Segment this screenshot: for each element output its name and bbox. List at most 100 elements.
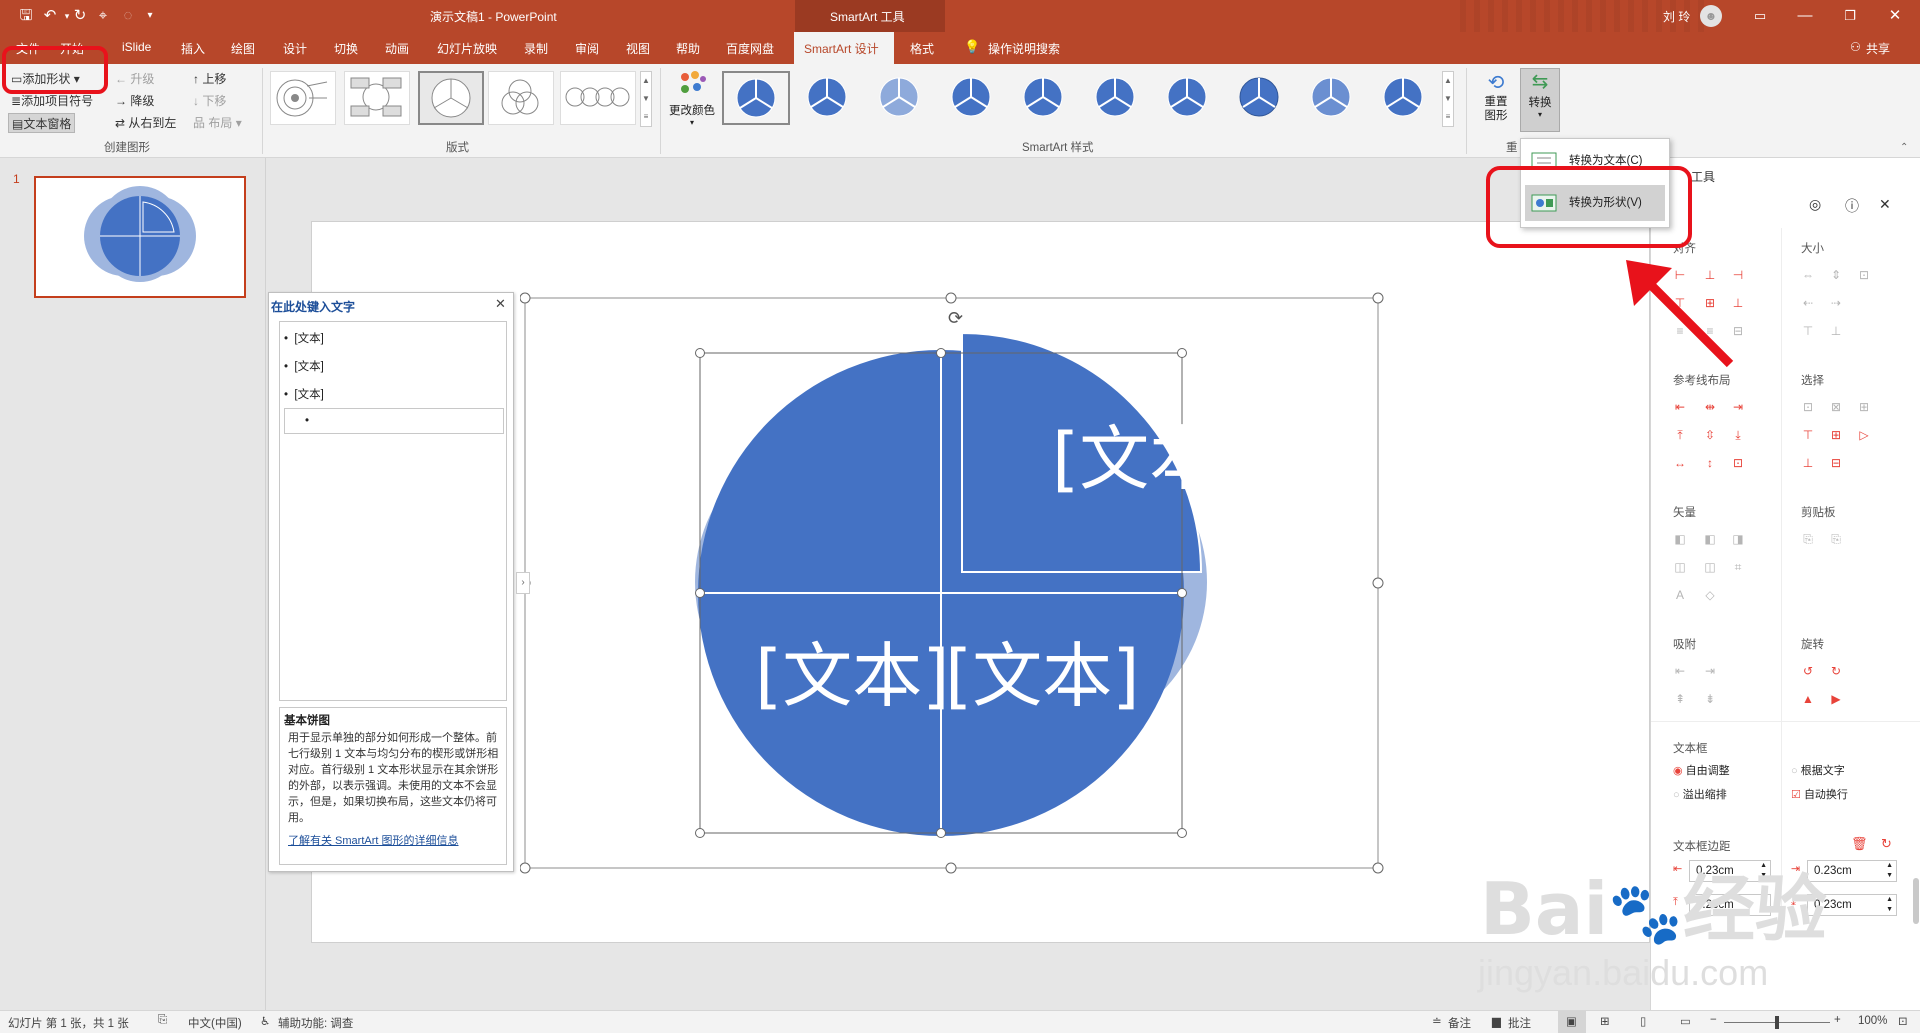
fit-to-window-icon[interactable]: ⊡ (1898, 1014, 1908, 1028)
tab-record[interactable]: 录制 (524, 40, 548, 57)
smartart-style-10[interactable] (1370, 71, 1438, 125)
tool-icon[interactable]: ⇳ (1703, 428, 1717, 442)
save-icon[interactable]: 🖫 (16, 6, 36, 26)
avatar[interactable]: ☻ (1700, 5, 1722, 27)
move-down-button[interactable]: ↓ 下移 (190, 91, 229, 111)
tool-icon[interactable]: ▲ (1801, 692, 1815, 706)
smartart-style-2[interactable] (794, 71, 862, 125)
tool-icon[interactable]: ⇥ (1731, 400, 1745, 414)
tool-icon[interactable]: ⇠ (1801, 296, 1815, 310)
tool-icon[interactable]: ⎘ (1829, 532, 1843, 546)
layout-thumb-1[interactable] (270, 71, 336, 125)
tool-icon[interactable]: ⊡ (1731, 456, 1745, 470)
tool-icon[interactable]: ↺ (1801, 664, 1815, 678)
smartart-style-4[interactable] (938, 71, 1006, 125)
tool-icon[interactable]: ⇔ (1801, 268, 1815, 282)
spellcheck-icon[interactable]: ⎘ (158, 1014, 167, 1027)
list-item[interactable]: • [文本] (284, 330, 502, 352)
tool-icon[interactable]: ↔ (1673, 456, 1687, 470)
tool-icon[interactable]: ▶ (1829, 692, 1843, 706)
fit-text-radio[interactable]: ○ 根据文字 (1791, 762, 1845, 778)
tab-smartart-design[interactable]: SmartArt 设计 (804, 40, 879, 57)
tool-icon[interactable]: ↻ (1829, 664, 1843, 678)
styles-scroll[interactable]: ▲ ▼ ≡ (1442, 71, 1454, 127)
slide-sorter-icon[interactable]: ⊞ (1600, 1014, 1610, 1028)
tool-icon[interactable]: ◫ (1703, 560, 1717, 574)
ribbon-display-icon[interactable]: ▭ (1750, 6, 1770, 26)
tool-icon[interactable]: ⊟ (1829, 456, 1843, 470)
tool-icon[interactable]: ⤓ (1731, 428, 1745, 442)
user-name[interactable]: 刘 玲 (1663, 8, 1690, 25)
tool-icon[interactable]: ◫ (1673, 560, 1687, 574)
tab-insert[interactable]: 插入 (181, 40, 205, 57)
tab-view[interactable]: 视图 (626, 40, 650, 57)
zoom-thumb[interactable] (1775, 1016, 1779, 1029)
reading-view-icon[interactable]: ▯ (1640, 1014, 1646, 1028)
tool-icon[interactable]: ⊡ (1801, 400, 1815, 414)
wedge-label-3[interactable]: [文本] (945, 635, 1140, 717)
tool-icon[interactable]: ⊥ (1829, 324, 1843, 338)
slide-thumbnail[interactable] (34, 176, 246, 298)
tab-help[interactable]: 帮助 (676, 40, 700, 57)
tab-transitions[interactable]: 切换 (334, 40, 358, 57)
text-pane-toggle[interactable]: › (516, 572, 530, 594)
tab-review[interactable]: 审阅 (575, 40, 599, 57)
tab-slideshow[interactable]: 幻灯片放映 (437, 40, 497, 57)
list-item-active[interactable]: • (284, 408, 504, 434)
wedge-label-1[interactable]: [文本] (1052, 418, 1247, 500)
redo-icon[interactable]: ↻ (70, 6, 90, 26)
smartart-style-7[interactable] (1154, 71, 1222, 125)
tool-icon[interactable]: ⤒ (1673, 428, 1687, 442)
text-pane-button[interactable]: ▤文本窗格 (8, 113, 76, 133)
layout-thumb-5[interactable] (560, 71, 636, 125)
notes-button[interactable]: 备注 (1448, 1015, 1471, 1031)
tool-icon[interactable]: ⇹ (1703, 400, 1717, 414)
smartart-graphic[interactable]: ⟳ [文本] [文本] [文本] (520, 290, 1390, 880)
tool-icon[interactable]: ⇤ (1673, 400, 1687, 414)
convert-button[interactable]: ⇆ 转换 ▾ (1520, 68, 1560, 132)
tool-icon[interactable]: ⊠ (1829, 400, 1843, 414)
change-colors-button[interactable]: 更改颜色 ▾ (667, 69, 717, 139)
tool-icon[interactable]: A (1673, 588, 1687, 602)
restore-icon[interactable]: ❐ (1840, 6, 1860, 26)
smartart-style-3[interactable] (866, 71, 934, 125)
collapse-ribbon-icon[interactable]: ⌃ (1900, 142, 1908, 153)
touch-mode-icon[interactable]: ⌖ (93, 6, 113, 26)
demote-button[interactable]: → 降级 (112, 91, 157, 111)
tool-icon[interactable]: ◧ (1703, 532, 1717, 546)
zoom-in-icon[interactable]: + (1834, 1014, 1841, 1026)
tool-icon[interactable]: ⊡ (1857, 268, 1871, 282)
tell-me-search[interactable]: 操作说明搜索 (988, 40, 1060, 57)
tool-icon[interactable]: ⇥ (1703, 664, 1717, 678)
tab-baidu-netdisk[interactable]: 百度网盘 (726, 40, 774, 57)
smartart-style-8[interactable] (1226, 71, 1294, 125)
tab-islide[interactable]: iSlide (122, 40, 151, 54)
list-item[interactable]: • [文本] (284, 358, 502, 380)
tool-icon[interactable]: ⇟ (1703, 692, 1717, 706)
layout-button[interactable]: 品 布局 ▾ (190, 113, 245, 133)
smartart-style-6[interactable] (1082, 71, 1150, 125)
zoom-level[interactable]: 100% (1858, 1015, 1887, 1027)
layout-thumb-2[interactable] (344, 71, 410, 125)
layout-thumb-basic-pie[interactable] (418, 71, 484, 125)
pane-scrollbar[interactable] (1913, 878, 1919, 924)
tool-icon[interactable]: ⇢ (1829, 296, 1843, 310)
tool-icon[interactable]: ◨ (1731, 532, 1745, 546)
tool-icon[interactable]: ⊞ (1857, 400, 1871, 414)
delete-icon[interactable]: 🗑 (1851, 836, 1868, 852)
zoom-out-icon[interactable]: − (1710, 1014, 1717, 1026)
free-adjust-radio[interactable]: ◉ 自由调整 (1673, 762, 1730, 778)
promote-button[interactable]: ← 升级 (112, 69, 157, 89)
tool-icon[interactable]: ⇞ (1673, 692, 1687, 706)
share-icon[interactable]: ⚇ (1850, 40, 1861, 54)
overflow-radio[interactable]: ○ 溢出缩排 (1673, 786, 1727, 802)
add-bullet-button[interactable]: ≣添加项目符号 (8, 91, 96, 111)
share-button[interactable]: 共享 (1866, 40, 1890, 57)
tool-icon[interactable]: ⊞ (1829, 428, 1843, 442)
tab-animations[interactable]: 动画 (385, 40, 409, 57)
tool-icon[interactable]: ⇕ (1829, 268, 1843, 282)
layouts-scroll[interactable]: ▲ ▼ ≡ (640, 71, 652, 127)
accessibility-status[interactable]: 辅助功能: 调查 (278, 1015, 353, 1031)
tab-draw[interactable]: 绘图 (231, 40, 255, 57)
smartart-style-1[interactable] (722, 71, 790, 125)
